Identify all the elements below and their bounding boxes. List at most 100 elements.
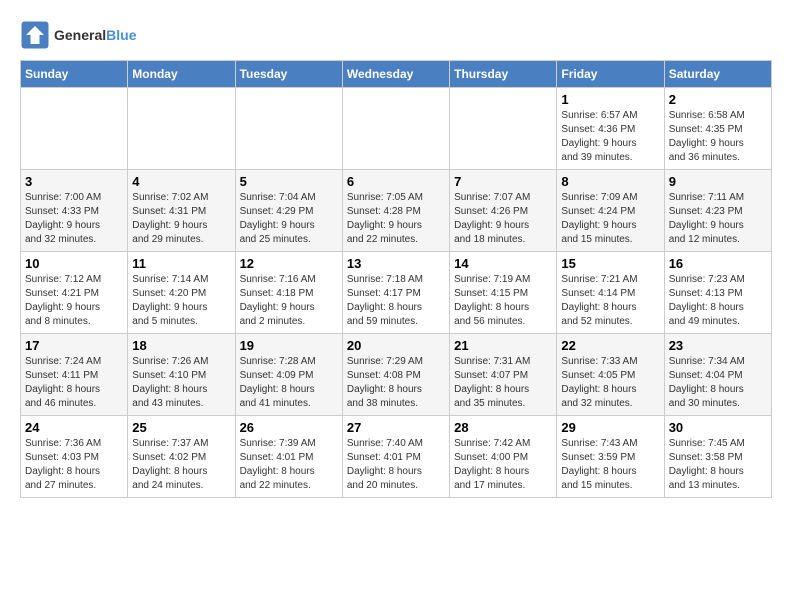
day-info: Sunrise: 7:14 AM Sunset: 4:20 PM Dayligh… [132,273,230,329]
weekday-header-saturday: Saturday [664,61,771,88]
day-info: Sunrise: 7:21 AM Sunset: 4:14 PM Dayligh… [561,273,659,329]
day-info: Sunrise: 7:33 AM Sunset: 4:05 PM Dayligh… [561,355,659,411]
calendar-cell: 13 Sunrise: 7:18 AM Sunset: 4:17 PM Dayli… [342,252,449,334]
calendar-cell: 23 Sunrise: 7:34 AM Sunset: 4:04 PM Dayli… [664,334,771,416]
day-info: Sunrise: 6:57 AM Sunset: 4:36 PM Dayligh… [561,109,659,165]
day-info: Sunrise: 6:58 AM Sunset: 4:35 PM Dayligh… [669,109,767,165]
weekday-header-tuesday: Tuesday [235,61,342,88]
day-number: 5 [240,174,338,189]
calendar-cell: 2 Sunrise: 6:58 AM Sunset: 4:35 PM Daylig… [664,88,771,170]
calendar-cell [21,88,128,170]
day-number: 7 [454,174,552,189]
day-number: 30 [669,420,767,435]
logo-icon [20,20,50,50]
day-number: 25 [132,420,230,435]
day-number: 10 [25,256,123,271]
day-number: 18 [132,338,230,353]
calendar-cell: 1 Sunrise: 6:57 AM Sunset: 4:36 PM Daylig… [557,88,664,170]
calendar-cell: 30 Sunrise: 7:45 AM Sunset: 3:58 PM Dayli… [664,416,771,498]
calendar-table: SundayMondayTuesdayWednesdayThursdayFrid… [20,60,772,498]
day-info: Sunrise: 7:09 AM Sunset: 4:24 PM Dayligh… [561,191,659,247]
day-number: 20 [347,338,445,353]
day-info: Sunrise: 7:16 AM Sunset: 4:18 PM Dayligh… [240,273,338,329]
day-info: Sunrise: 7:05 AM Sunset: 4:28 PM Dayligh… [347,191,445,247]
calendar-cell: 18 Sunrise: 7:26 AM Sunset: 4:10 PM Dayli… [128,334,235,416]
calendar-cell: 6 Sunrise: 7:05 AM Sunset: 4:28 PM Daylig… [342,170,449,252]
day-info: Sunrise: 7:12 AM Sunset: 4:21 PM Dayligh… [25,273,123,329]
calendar-cell: 14 Sunrise: 7:19 AM Sunset: 4:15 PM Dayli… [450,252,557,334]
calendar-cell [342,88,449,170]
weekday-header-monday: Monday [128,61,235,88]
day-number: 9 [669,174,767,189]
calendar-cell: 22 Sunrise: 7:33 AM Sunset: 4:05 PM Dayli… [557,334,664,416]
day-number: 17 [25,338,123,353]
calendar-cell: 25 Sunrise: 7:37 AM Sunset: 4:02 PM Dayli… [128,416,235,498]
day-number: 2 [669,92,767,107]
calendar-cell: 15 Sunrise: 7:21 AM Sunset: 4:14 PM Dayli… [557,252,664,334]
calendar-cell: 7 Sunrise: 7:07 AM Sunset: 4:26 PM Daylig… [450,170,557,252]
day-number: 24 [25,420,123,435]
calendar-cell: 20 Sunrise: 7:29 AM Sunset: 4:08 PM Dayli… [342,334,449,416]
day-info: Sunrise: 7:02 AM Sunset: 4:31 PM Dayligh… [132,191,230,247]
day-info: Sunrise: 7:34 AM Sunset: 4:04 PM Dayligh… [669,355,767,411]
day-number: 1 [561,92,659,107]
day-info: Sunrise: 7:19 AM Sunset: 4:15 PM Dayligh… [454,273,552,329]
day-info: Sunrise: 7:07 AM Sunset: 4:26 PM Dayligh… [454,191,552,247]
calendar-cell: 27 Sunrise: 7:40 AM Sunset: 4:01 PM Dayli… [342,416,449,498]
calendar-cell: 12 Sunrise: 7:16 AM Sunset: 4:18 PM Dayli… [235,252,342,334]
day-info: Sunrise: 7:31 AM Sunset: 4:07 PM Dayligh… [454,355,552,411]
calendar-cell [235,88,342,170]
day-number: 16 [669,256,767,271]
calendar-cell: 3 Sunrise: 7:00 AM Sunset: 4:33 PM Daylig… [21,170,128,252]
day-info: Sunrise: 7:42 AM Sunset: 4:00 PM Dayligh… [454,437,552,493]
day-info: Sunrise: 7:45 AM Sunset: 3:58 PM Dayligh… [669,437,767,493]
day-info: Sunrise: 7:04 AM Sunset: 4:29 PM Dayligh… [240,191,338,247]
calendar-cell: 24Sunrise: 7:36 AM Sunset: 4:03 PM Dayli… [21,416,128,498]
calendar-cell: 28 Sunrise: 7:42 AM Sunset: 4:00 PM Dayli… [450,416,557,498]
weekday-header-sunday: Sunday [21,61,128,88]
calendar-cell: 29Sunrise: 7:43 AM Sunset: 3:59 PM Dayli… [557,416,664,498]
day-number: 19 [240,338,338,353]
day-number: 11 [132,256,230,271]
day-number: 26 [240,420,338,435]
day-info: Sunrise: 7:29 AM Sunset: 4:08 PM Dayligh… [347,355,445,411]
day-info: Sunrise: 7:37 AM Sunset: 4:02 PM Dayligh… [132,437,230,493]
calendar-cell: 17 Sunrise: 7:24 AM Sunset: 4:11 PM Dayli… [21,334,128,416]
day-number: 22 [561,338,659,353]
day-info: Sunrise: 7:00 AM Sunset: 4:33 PM Dayligh… [25,191,123,247]
calendar-cell: 9 Sunrise: 7:11 AM Sunset: 4:23 PM Daylig… [664,170,771,252]
calendar-cell: 8Sunrise: 7:09 AM Sunset: 4:24 PM Daylig… [557,170,664,252]
day-info: Sunrise: 7:11 AM Sunset: 4:23 PM Dayligh… [669,191,767,247]
day-info: Sunrise: 7:40 AM Sunset: 4:01 PM Dayligh… [347,437,445,493]
day-number: 12 [240,256,338,271]
page-header: GeneralBlue [20,20,772,50]
calendar-cell: 11 Sunrise: 7:14 AM Sunset: 4:20 PM Dayli… [128,252,235,334]
calendar-cell [450,88,557,170]
calendar-cell: 5 Sunrise: 7:04 AM Sunset: 4:29 PM Daylig… [235,170,342,252]
day-number: 14 [454,256,552,271]
calendar-cell [128,88,235,170]
calendar-cell: 16 Sunrise: 7:23 AM Sunset: 4:13 PM Dayli… [664,252,771,334]
day-number: 21 [454,338,552,353]
day-info: Sunrise: 7:24 AM Sunset: 4:11 PM Dayligh… [25,355,123,411]
weekday-header-friday: Friday [557,61,664,88]
day-number: 28 [454,420,552,435]
day-info: Sunrise: 7:18 AM Sunset: 4:17 PM Dayligh… [347,273,445,329]
calendar-cell: 26Sunrise: 7:39 AM Sunset: 4:01 PM Dayli… [235,416,342,498]
day-number: 3 [25,174,123,189]
logo: GeneralBlue [20,20,136,50]
day-info: Sunrise: 7:43 AM Sunset: 3:59 PM Dayligh… [561,437,659,493]
day-number: 13 [347,256,445,271]
day-info: Sunrise: 7:26 AM Sunset: 4:10 PM Dayligh… [132,355,230,411]
logo-text: GeneralBlue [54,27,136,44]
calendar-cell: 10 Sunrise: 7:12 AM Sunset: 4:21 PM Dayli… [21,252,128,334]
day-number: 15 [561,256,659,271]
day-number: 4 [132,174,230,189]
day-number: 23 [669,338,767,353]
day-info: Sunrise: 7:23 AM Sunset: 4:13 PM Dayligh… [669,273,767,329]
day-number: 27 [347,420,445,435]
calendar-cell: 21 Sunrise: 7:31 AM Sunset: 4:07 PM Dayli… [450,334,557,416]
day-info: Sunrise: 7:28 AM Sunset: 4:09 PM Dayligh… [240,355,338,411]
day-number: 6 [347,174,445,189]
calendar-cell: 19 Sunrise: 7:28 AM Sunset: 4:09 PM Dayli… [235,334,342,416]
